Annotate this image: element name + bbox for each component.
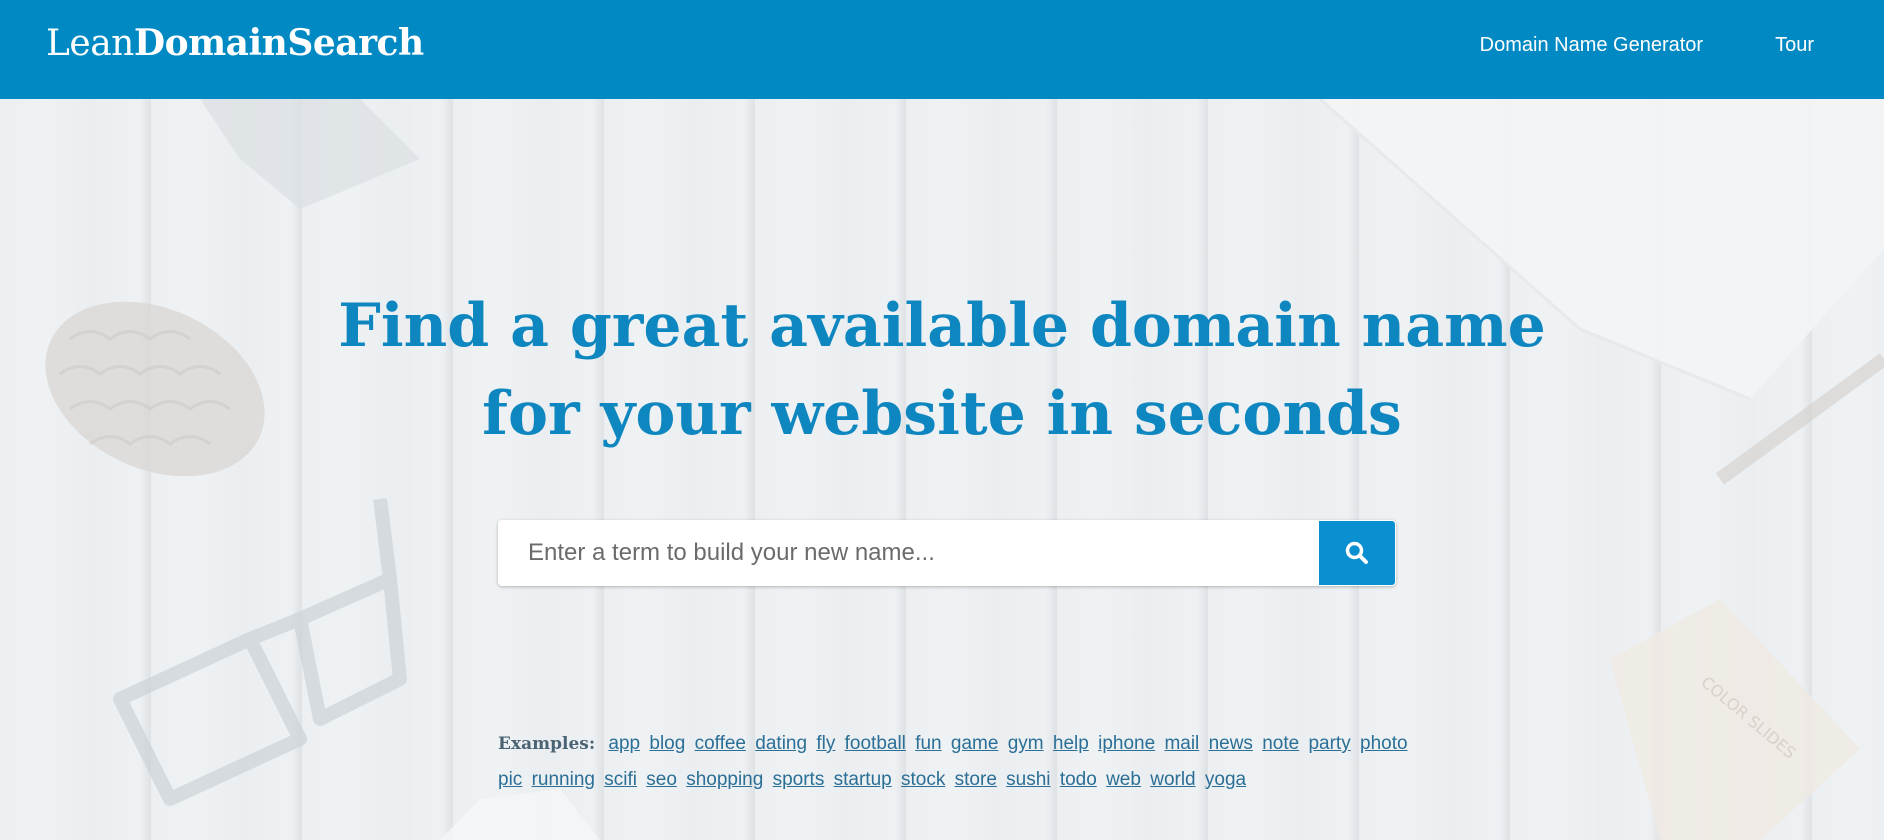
- search-bar: [498, 520, 1396, 586]
- example-link-coffee[interactable]: coffee: [695, 733, 746, 754]
- page: COLOR SLIDES LeanDomainSearch Domain Nam…: [0, 0, 1884, 840]
- examples-label: Examples:: [498, 734, 596, 754]
- example-link-app[interactable]: app: [608, 733, 640, 754]
- example-link-shopping[interactable]: shopping: [686, 769, 763, 790]
- logo[interactable]: LeanDomainSearch: [46, 22, 424, 64]
- example-link-dating[interactable]: dating: [755, 733, 807, 754]
- example-link-yoga[interactable]: yoga: [1205, 769, 1246, 790]
- example-link-startup[interactable]: startup: [834, 769, 892, 790]
- example-link-football[interactable]: football: [845, 733, 906, 754]
- example-link-fun[interactable]: fun: [915, 733, 941, 754]
- example-link-todo[interactable]: todo: [1060, 769, 1097, 790]
- example-link-mail[interactable]: mail: [1164, 733, 1199, 754]
- example-link-note[interactable]: note: [1262, 733, 1299, 754]
- example-link-fly[interactable]: fly: [816, 733, 835, 754]
- example-link-seo[interactable]: seo: [646, 769, 677, 790]
- example-link-world[interactable]: world: [1150, 769, 1195, 790]
- search-input[interactable]: [498, 520, 1318, 586]
- example-link-news[interactable]: news: [1209, 733, 1253, 754]
- hero-headline: Find a great available domain name for y…: [0, 282, 1884, 458]
- hero-headline-line-1: Find a great available domain name: [338, 291, 1546, 361]
- example-link-party[interactable]: party: [1308, 733, 1350, 754]
- example-link-photo[interactable]: photo: [1360, 733, 1408, 754]
- example-link-stock[interactable]: stock: [901, 769, 945, 790]
- example-link-blog[interactable]: blog: [649, 733, 685, 754]
- example-link-gym[interactable]: gym: [1008, 733, 1044, 754]
- search-button[interactable]: [1318, 520, 1396, 586]
- example-link-scifi[interactable]: scifi: [604, 769, 637, 790]
- nav-link-tour[interactable]: Tour: [1775, 34, 1814, 57]
- hero-headline-line-2: for your website in seconds: [482, 379, 1402, 449]
- examples-list: Examples: app blog coffee dating fly foo…: [498, 726, 1418, 798]
- logo-bold-text: DomainSearch: [133, 22, 424, 64]
- example-link-sports[interactable]: sports: [773, 769, 825, 790]
- example-link-running[interactable]: running: [532, 769, 595, 790]
- logo-light-text: Lean: [46, 23, 134, 64]
- example-link-sushi[interactable]: sushi: [1006, 769, 1050, 790]
- example-link-iphone[interactable]: iphone: [1098, 733, 1155, 754]
- example-link-web[interactable]: web: [1106, 769, 1141, 790]
- search-icon: [1345, 541, 1368, 564]
- top-navbar: LeanDomainSearch Domain Name Generator T…: [0, 0, 1884, 99]
- example-link-game[interactable]: game: [951, 733, 999, 754]
- example-link-help[interactable]: help: [1053, 733, 1089, 754]
- example-links: app blog coffee dating fly football fun …: [498, 733, 1412, 790]
- example-link-pic[interactable]: pic: [498, 769, 522, 790]
- example-link-store[interactable]: store: [955, 769, 997, 790]
- nav-link-domain-name-generator[interactable]: Domain Name Generator: [1480, 34, 1703, 57]
- main-nav: Domain Name Generator Tour: [1480, 34, 1814, 57]
